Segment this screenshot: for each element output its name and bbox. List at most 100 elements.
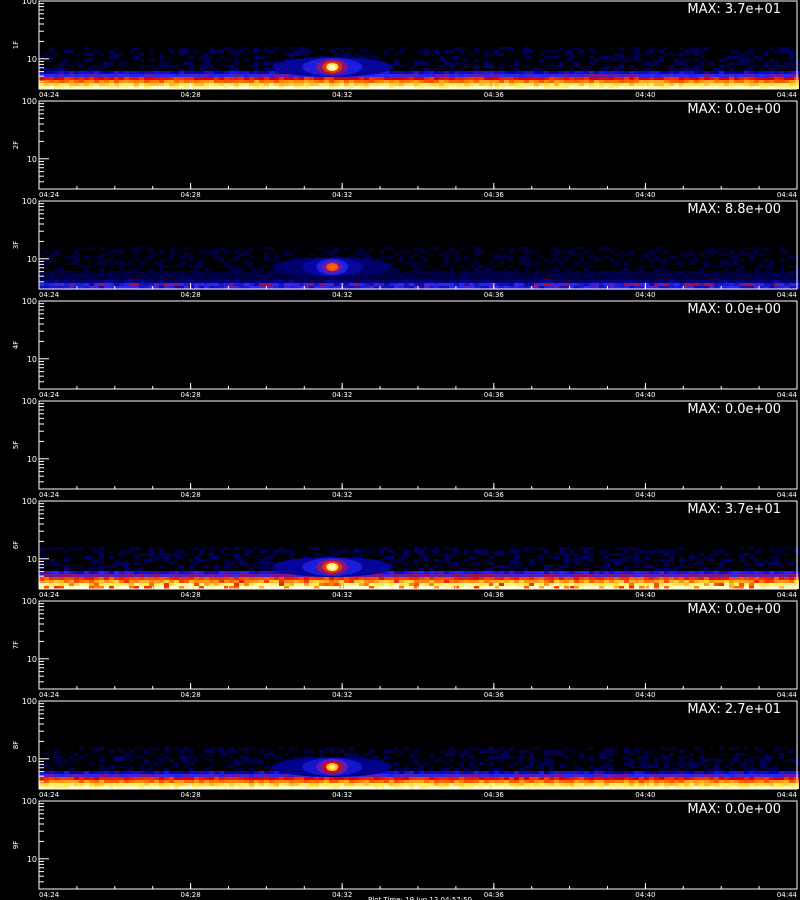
heatmap-cell — [684, 253, 689, 256]
heatmap-cell — [629, 556, 634, 559]
heatmap-cell — [544, 56, 549, 59]
heatmap-cell — [484, 568, 489, 571]
heatmap-cell — [334, 583, 339, 586]
heatmap-cell — [679, 53, 684, 56]
heatmap-cell — [789, 265, 794, 268]
heatmap-cell — [789, 47, 794, 50]
heatmap-cell — [134, 568, 139, 571]
heatmap-cell — [244, 283, 249, 286]
heatmap-cell — [744, 574, 749, 577]
heatmap-cell — [649, 274, 654, 277]
heatmap-cell — [419, 77, 424, 80]
heatmap-cell — [499, 80, 504, 83]
heatmap-cell — [559, 574, 564, 577]
heatmap-cell — [44, 765, 49, 768]
heatmap-cell — [694, 259, 699, 262]
heatmap-cell — [539, 559, 544, 562]
heatmap-cell — [439, 568, 444, 571]
heatmap-cell — [184, 580, 189, 583]
heatmap-cell — [554, 568, 559, 571]
heatmap-cell — [724, 56, 729, 59]
heatmap-cell — [214, 256, 219, 259]
heatmap-cell — [754, 583, 759, 586]
heatmap-cell — [159, 77, 164, 80]
heatmap-cell — [744, 253, 749, 256]
heatmap-cell — [179, 274, 184, 277]
heatmap-cell — [769, 580, 774, 583]
heatmap-cell — [89, 68, 94, 71]
y-tick-label: 100 — [22, 197, 37, 206]
heatmap-cell — [699, 574, 704, 577]
heatmap-cell — [204, 283, 209, 286]
heatmap-cell — [599, 83, 604, 86]
burst-mark — [329, 65, 336, 69]
heatmap-cell — [384, 280, 389, 283]
heatmap-cell — [419, 50, 424, 53]
heatmap-cell — [779, 47, 784, 50]
heatmap-cell — [119, 68, 124, 71]
heatmap-cell — [604, 277, 609, 280]
heatmap-cell — [789, 74, 794, 77]
heatmap-cell — [654, 71, 659, 74]
heatmap-cell — [129, 53, 134, 56]
heatmap-cell — [644, 274, 649, 277]
heatmap-cell — [579, 547, 584, 550]
heatmap-cell — [714, 277, 719, 280]
heatmap-cell — [724, 262, 729, 265]
heatmap-cell — [254, 83, 259, 86]
heatmap-cell — [54, 250, 59, 253]
heatmap-cell — [514, 577, 519, 580]
heatmap-cell — [574, 262, 579, 265]
heatmap-cell — [229, 577, 234, 580]
heatmap-cell — [519, 274, 524, 277]
heatmap-cell — [154, 571, 159, 574]
heatmap-cell — [224, 280, 229, 283]
heatmap-cell — [484, 71, 489, 74]
heatmap-cell — [649, 265, 654, 268]
heatmap-cell — [689, 262, 694, 265]
heatmap-cell — [789, 280, 794, 283]
heatmap-cell — [139, 268, 144, 271]
heatmap-cell — [79, 80, 84, 83]
heatmap-cell — [474, 59, 479, 62]
heatmap-cell — [644, 265, 649, 268]
heatmap-cell — [399, 277, 404, 280]
heatmap-cell — [259, 283, 264, 286]
heatmap-cell — [289, 277, 294, 280]
heatmap-cell — [594, 283, 599, 286]
heatmap-cell — [414, 265, 419, 268]
heatmap-cell — [509, 583, 514, 586]
heatmap-cell — [104, 574, 109, 577]
heatmap-cell — [749, 256, 754, 259]
heatmap-cell — [204, 56, 209, 59]
heatmap-cell — [94, 83, 99, 86]
heatmap-cell — [279, 547, 284, 550]
heatmap-cell — [39, 77, 44, 80]
heatmap-cell — [214, 271, 219, 274]
heatmap-cell — [364, 277, 369, 280]
heatmap-cell — [719, 65, 724, 68]
heatmap-cell — [229, 283, 234, 286]
heatmap-cell — [669, 559, 674, 562]
heatmap-cell — [404, 280, 409, 283]
heatmap-cell — [504, 77, 509, 80]
heatmap-cell — [454, 571, 459, 574]
heatmap-cell — [199, 553, 204, 556]
heatmap-cell — [219, 280, 224, 283]
heatmap-cell — [764, 280, 769, 283]
heatmap-cell — [729, 83, 734, 86]
heatmap-cell — [534, 83, 539, 86]
heatmap-cell — [39, 277, 44, 280]
heatmap-cell — [59, 280, 64, 283]
heatmap-cell — [474, 280, 479, 283]
heatmap-cell — [324, 80, 329, 83]
heatmap-cell — [564, 553, 569, 556]
heatmap-cell — [439, 277, 444, 280]
heatmap-cell — [374, 56, 379, 59]
heatmap-cell — [654, 568, 659, 571]
heatmap-cell — [504, 271, 509, 274]
heatmap-cell — [384, 547, 389, 550]
heatmap-cell — [309, 577, 314, 580]
heatmap-cell — [659, 71, 664, 74]
heatmap-cell — [199, 583, 204, 586]
